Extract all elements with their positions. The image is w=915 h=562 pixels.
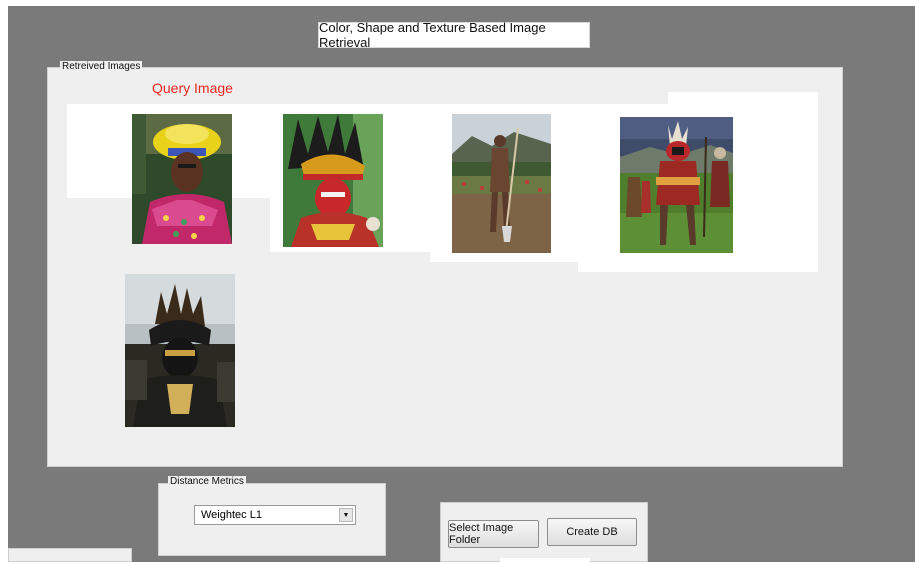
bottom-left-panel	[8, 548, 132, 562]
result-image-3	[620, 117, 733, 253]
result-image-1	[283, 114, 383, 247]
select-image-folder-button[interactable]: Select Image Folder	[448, 520, 539, 548]
distance-metric-dropdown[interactable]: Weightec L1 ▼	[194, 505, 356, 525]
result-image-2	[452, 114, 551, 253]
bottom-strip	[500, 558, 590, 562]
app-window: Color, Shape and Texture Based Image Ret…	[0, 0, 915, 562]
retrieved-images-legend: Retreived Images	[60, 61, 143, 73]
query-image-label: Query Image	[152, 80, 233, 96]
distance-metric-value: Weightec L1	[201, 509, 262, 521]
window-title: Color, Shape and Texture Based Image Ret…	[318, 20, 590, 50]
image-background	[668, 92, 818, 108]
query-image	[132, 114, 232, 244]
left-edge	[0, 0, 8, 562]
top-edge	[0, 0, 915, 6]
result-image-4	[125, 274, 235, 427]
create-db-button[interactable]: Create DB	[547, 518, 637, 546]
dropdown-arrow-icon[interactable]: ▼	[339, 508, 353, 522]
distance-metrics-legend: Distance Metrics	[168, 476, 246, 488]
